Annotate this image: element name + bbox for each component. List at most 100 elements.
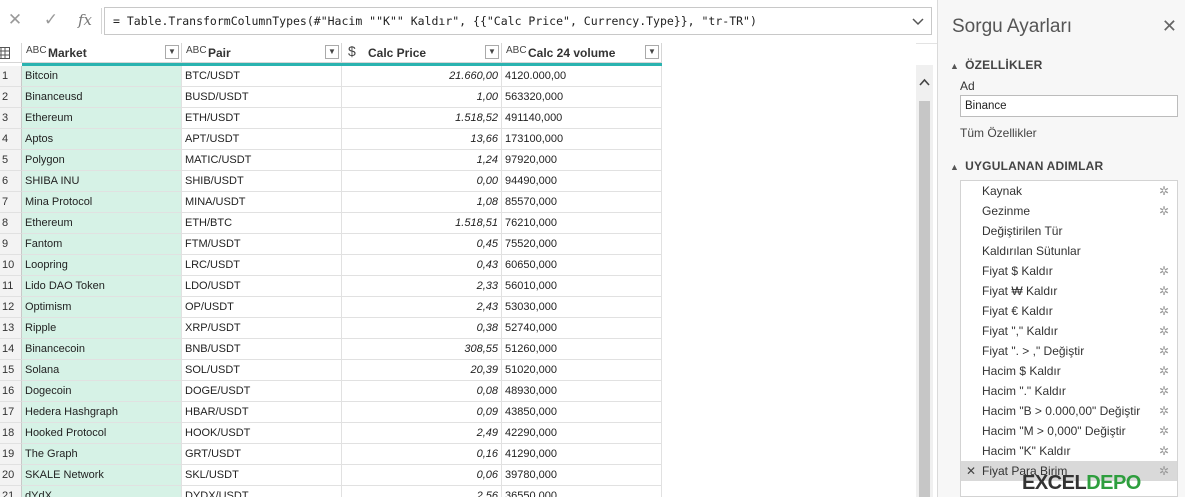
gear-icon[interactable]: ✲ xyxy=(1159,281,1169,301)
calc-price-cell[interactable]: 2,56 xyxy=(342,486,502,497)
table-row[interactable]: 6 SHIBA INU SHIB/USDT 0,00 94490,000 xyxy=(0,171,662,192)
column-header-calc-24-volume[interactable]: ABC Calc 24 volume ▼ xyxy=(502,43,662,63)
pair-cell[interactable]: MATIC/USDT xyxy=(182,150,342,171)
calc-price-cell[interactable]: 1.518,52 xyxy=(342,108,502,129)
table-row[interactable]: 2 Binanceusd BUSD/USDT 1,00 563320,000 xyxy=(0,87,662,108)
pair-cell[interactable]: BTC/USDT xyxy=(182,66,342,87)
market-cell[interactable]: SKALE Network xyxy=(22,465,182,486)
row-number[interactable]: 16 xyxy=(0,381,22,402)
calc-price-cell[interactable]: 2,43 xyxy=(342,297,502,318)
pair-cell[interactable]: HBAR/USDT xyxy=(182,402,342,423)
table-row[interactable]: 13 Ripple XRP/USDT 0,38 52740,000 xyxy=(0,318,662,339)
filter-dropdown-icon[interactable]: ▼ xyxy=(165,45,179,59)
calc-price-cell[interactable]: 1,08 xyxy=(342,192,502,213)
applied-step[interactable]: Fiyat $ Kaldır ✲ xyxy=(961,261,1177,281)
pair-cell[interactable]: APT/USDT xyxy=(182,129,342,150)
calc-price-cell[interactable]: 13,66 xyxy=(342,129,502,150)
market-cell[interactable]: SHIBA INU xyxy=(22,171,182,192)
gear-icon[interactable]: ✲ xyxy=(1159,421,1169,441)
row-number[interactable]: 17 xyxy=(0,402,22,423)
delete-step-icon[interactable]: ✕ xyxy=(966,461,976,481)
row-number[interactable]: 11 xyxy=(0,276,22,297)
applied-step[interactable]: Fiyat "," Kaldır ✲ xyxy=(961,321,1177,341)
market-cell[interactable]: Aptos xyxy=(22,129,182,150)
row-number[interactable]: 18 xyxy=(0,423,22,444)
pair-cell[interactable]: LDO/USDT xyxy=(182,276,342,297)
close-icon[interactable]: ✕ xyxy=(1162,16,1177,37)
market-cell[interactable]: Hedera Hashgraph xyxy=(22,402,182,423)
table-menu-icon[interactable] xyxy=(0,43,22,63)
table-row[interactable]: 19 The Graph GRT/USDT 0,16 41290,000 xyxy=(0,444,662,465)
market-cell[interactable]: Bitcoin xyxy=(22,66,182,87)
calc-24-volume-cell[interactable]: 39780,000 xyxy=(502,465,662,486)
pair-cell[interactable]: HOOK/USDT xyxy=(182,423,342,444)
market-cell[interactable]: Mina Protocol xyxy=(22,192,182,213)
chevron-down-icon[interactable] xyxy=(907,9,929,33)
text-type-icon[interactable]: ABC xyxy=(26,45,47,56)
fx-icon[interactable]: fx xyxy=(72,8,98,32)
gear-icon[interactable]: ✲ xyxy=(1159,361,1169,381)
pair-cell[interactable]: LRC/USDT xyxy=(182,255,342,276)
gear-icon[interactable]: ✲ xyxy=(1159,441,1169,461)
applied-steps-section-header[interactable]: ▲ UYGULANAN ADIMLAR xyxy=(950,159,1103,173)
pair-cell[interactable]: GRT/USDT xyxy=(182,444,342,465)
table-row[interactable]: 16 Dogecoin DOGE/USDT 0,08 48930,000 xyxy=(0,381,662,402)
calc-24-volume-cell[interactable]: 173100,000 xyxy=(502,129,662,150)
pair-cell[interactable]: DYDX/USDT xyxy=(182,486,342,497)
calc-24-volume-cell[interactable]: 60650,000 xyxy=(502,255,662,276)
table-row[interactable]: 4 Aptos APT/USDT 13,66 173100,000 xyxy=(0,129,662,150)
market-cell[interactable]: Hooked Protocol xyxy=(22,423,182,444)
pair-cell[interactable]: BNB/USDT xyxy=(182,339,342,360)
market-cell[interactable]: dYdX xyxy=(22,486,182,497)
pair-cell[interactable]: ETH/USDT xyxy=(182,108,342,129)
applied-step[interactable]: Hacim $ Kaldır ✲ xyxy=(961,361,1177,381)
market-cell[interactable]: Binancecoin xyxy=(22,339,182,360)
gear-icon[interactable]: ✲ xyxy=(1159,341,1169,361)
calc-price-cell[interactable]: 1.518,51 xyxy=(342,213,502,234)
gear-icon[interactable]: ✲ xyxy=(1159,261,1169,281)
table-row[interactable]: 12 Optimism OP/USDT 2,43 53030,000 xyxy=(0,297,662,318)
table-row[interactable]: 14 Binancecoin BNB/USDT 308,55 51260,000 xyxy=(0,339,662,360)
pair-cell[interactable]: XRP/USDT xyxy=(182,318,342,339)
calc-24-volume-cell[interactable]: 41290,000 xyxy=(502,444,662,465)
table-row[interactable]: 3 Ethereum ETH/USDT 1.518,52 491140,000 xyxy=(0,108,662,129)
applied-step[interactable]: Fiyat € Kaldır ✲ xyxy=(961,301,1177,321)
applied-step[interactable]: Kaldırılan Sütunlar xyxy=(961,241,1177,261)
calc-price-cell[interactable]: 308,55 xyxy=(342,339,502,360)
formula-text[interactable]: = Table.TransformColumnTypes(#"Hacim ""K… xyxy=(113,8,757,34)
column-header-market[interactable]: ABC Market ▼ xyxy=(22,43,182,63)
calc-price-cell[interactable]: 20,39 xyxy=(342,360,502,381)
row-number[interactable]: 6 xyxy=(0,171,22,192)
commit-icon[interactable]: ✓ xyxy=(38,8,64,32)
column-header-pair[interactable]: ABC Pair ▼ xyxy=(182,43,342,63)
calc-price-cell[interactable]: 2,33 xyxy=(342,276,502,297)
calc-price-cell[interactable]: 1,00 xyxy=(342,87,502,108)
table-row[interactable]: 1 Bitcoin BTC/USDT 21.660,00 4120.000,00 xyxy=(0,66,662,87)
market-cell[interactable]: Ripple xyxy=(22,318,182,339)
collapse-triangle-icon[interactable]: ▲ xyxy=(950,162,959,172)
calc-price-cell[interactable]: 1,24 xyxy=(342,150,502,171)
market-cell[interactable]: Fantom xyxy=(22,234,182,255)
calc-price-cell[interactable]: 0,45 xyxy=(342,234,502,255)
pair-cell[interactable]: SKL/USDT xyxy=(182,465,342,486)
collapse-triangle-icon[interactable]: ▲ xyxy=(950,61,959,71)
row-number[interactable]: 14 xyxy=(0,339,22,360)
calc-24-volume-cell[interactable]: 48930,000 xyxy=(502,381,662,402)
row-number[interactable]: 1 xyxy=(0,66,22,87)
pair-cell[interactable]: SOL/USDT xyxy=(182,360,342,381)
applied-step[interactable]: Değiştirilen Tür xyxy=(961,221,1177,241)
applied-step[interactable]: Fiyat ". > ," Değiştir ✲ xyxy=(961,341,1177,361)
market-cell[interactable]: The Graph xyxy=(22,444,182,465)
row-number[interactable]: 5 xyxy=(0,150,22,171)
applied-step[interactable]: Hacim "." Kaldır ✲ xyxy=(961,381,1177,401)
calc-24-volume-cell[interactable]: 42290,000 xyxy=(502,423,662,444)
gear-icon[interactable]: ✲ xyxy=(1159,461,1169,481)
text-type-icon[interactable]: ABC xyxy=(186,45,207,56)
table-row[interactable]: 17 Hedera Hashgraph HBAR/USDT 0,09 43850,000 xyxy=(0,402,662,423)
scrollbar-thumb[interactable] xyxy=(919,101,930,497)
calc-24-volume-cell[interactable]: 97920,000 xyxy=(502,150,662,171)
table-row[interactable]: 20 SKALE Network SKL/USDT 0,06 39780,000 xyxy=(0,465,662,486)
filter-dropdown-icon[interactable]: ▼ xyxy=(485,45,499,59)
market-cell[interactable]: Lido DAO Token xyxy=(22,276,182,297)
row-number[interactable]: 20 xyxy=(0,465,22,486)
